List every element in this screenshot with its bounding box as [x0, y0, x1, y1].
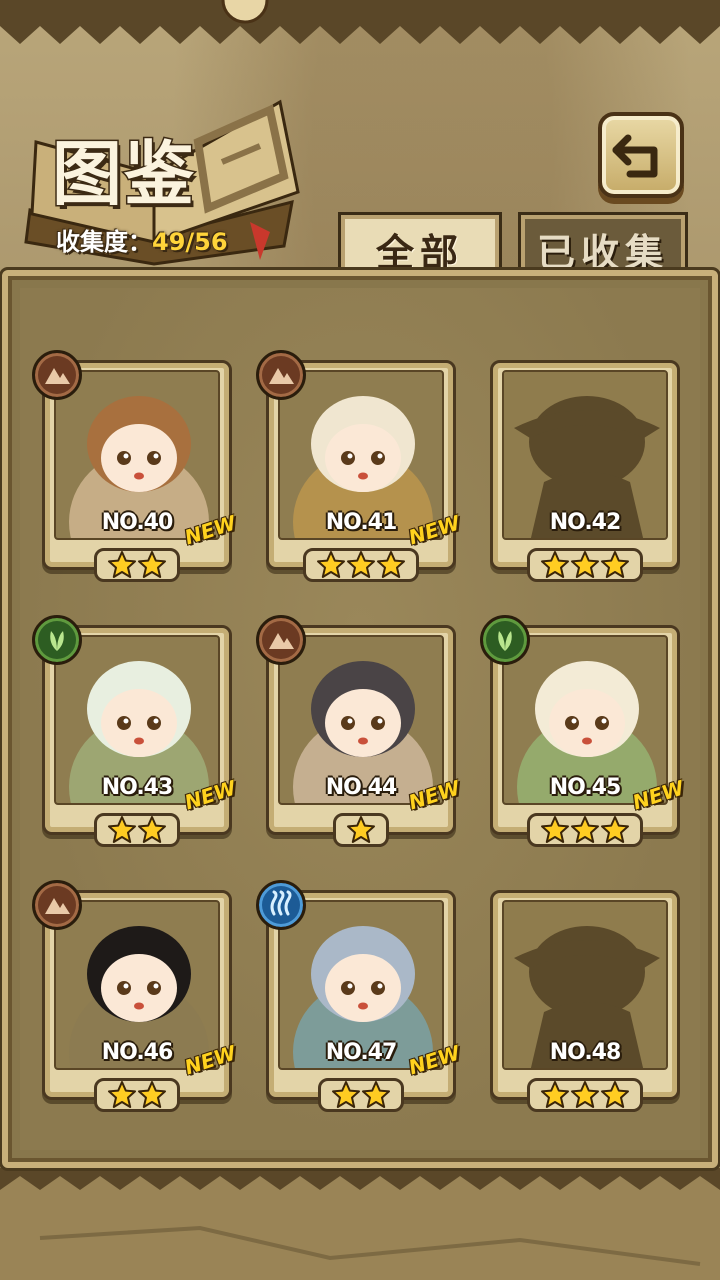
character-card[interactable]: NO.46 NEW	[32, 880, 239, 1112]
star-icon	[347, 816, 375, 843]
star-rating	[333, 813, 389, 847]
page-title: 图鉴	[51, 131, 196, 217]
star-icon	[541, 816, 569, 843]
star-icon	[138, 551, 166, 578]
tab-collected-label: 已收集	[536, 230, 669, 275]
progress-label: 收集度：	[56, 228, 152, 256]
star-icon	[377, 551, 405, 578]
character-card[interactable]: NO.41 NEW	[256, 350, 463, 582]
character-card[interactable]: NO.48	[490, 890, 680, 1112]
star-rating	[94, 548, 180, 582]
star-icon	[108, 1081, 136, 1108]
character-card[interactable]: NO.43 NEW	[32, 615, 239, 847]
collection-progress: 收集度：49/56	[56, 222, 228, 257]
star-icon	[571, 551, 599, 578]
character-card[interactable]: NO.40 NEW	[32, 350, 239, 582]
star-rating	[318, 1078, 404, 1112]
star-icon	[138, 1081, 166, 1108]
star-icon	[571, 816, 599, 843]
progress-value: 49/56	[152, 228, 228, 256]
card-number: NO.48	[549, 1040, 622, 1065]
star-rating	[94, 813, 180, 847]
return-icon	[612, 134, 658, 178]
card-number: NO.42	[549, 510, 622, 535]
star-rating	[527, 548, 643, 582]
back-button[interactable]	[598, 112, 684, 198]
star-icon	[541, 551, 569, 578]
star-rating	[527, 813, 643, 847]
star-icon	[347, 551, 375, 578]
bottom-border	[0, 1168, 720, 1280]
star-icon	[138, 816, 166, 843]
character-card[interactable]: NO.42	[490, 360, 680, 582]
star-icon	[541, 1081, 569, 1108]
character-card[interactable]: NO.47 NEW	[256, 880, 463, 1112]
earth-icon	[256, 615, 306, 665]
star-icon	[362, 1081, 390, 1108]
tab-all-label: 全部	[375, 230, 464, 275]
character-card[interactable]: NO.45 NEW	[480, 615, 687, 847]
earth-icon	[256, 350, 306, 400]
star-icon	[108, 816, 136, 843]
star-icon	[108, 551, 136, 578]
star-rating	[303, 548, 419, 582]
star-icon	[332, 1081, 360, 1108]
star-icon	[601, 1081, 629, 1108]
top-border	[0, 0, 720, 44]
star-rating	[94, 1078, 180, 1112]
water-icon	[256, 880, 306, 930]
star-icon	[601, 816, 629, 843]
leaf-icon	[32, 615, 82, 665]
star-icon	[317, 551, 345, 578]
leaf-icon	[480, 615, 530, 665]
earth-icon	[32, 880, 82, 930]
star-rating	[527, 1078, 643, 1112]
earth-icon	[32, 350, 82, 400]
star-icon	[601, 551, 629, 578]
character-card[interactable]: NO.44 NEW	[256, 615, 463, 847]
star-icon	[571, 1081, 599, 1108]
